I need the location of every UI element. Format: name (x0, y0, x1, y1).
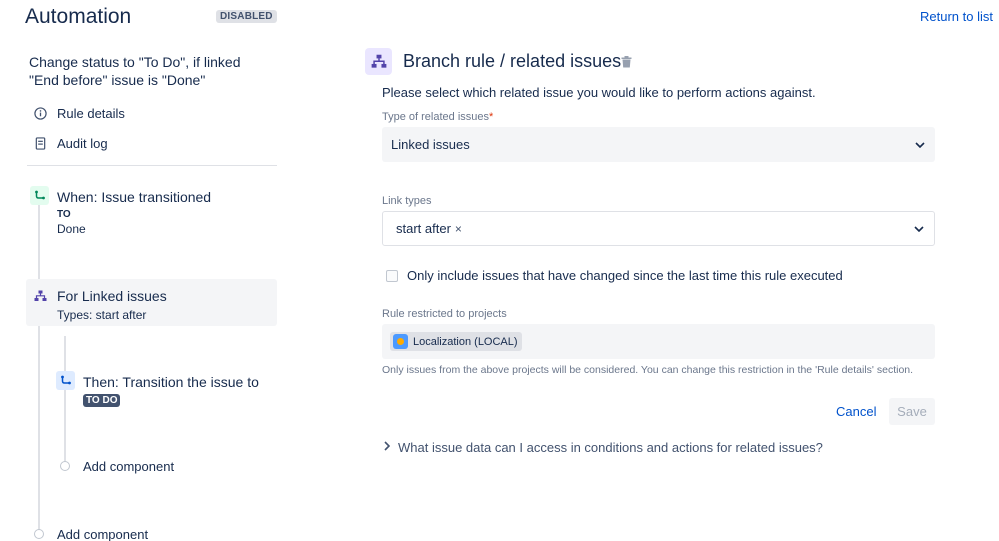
save-button[interactable]: Save (889, 398, 935, 425)
project-avatar-icon (393, 334, 408, 349)
audit-log-link[interactable]: Audit log (32, 135, 108, 151)
trigger-icon (30, 186, 49, 205)
chevron-right-icon (384, 441, 391, 454)
timeline-line-outer (38, 205, 40, 531)
chip-remove-icon[interactable]: × (455, 222, 462, 236)
chevron-down-icon (914, 225, 924, 232)
restricted-projects-label: Rule restricted to projects (382, 308, 507, 320)
add-component-dot-outer (34, 529, 44, 539)
cancel-button[interactable]: Cancel (836, 404, 876, 419)
page-title: Automation (25, 5, 132, 28)
document-icon (32, 135, 48, 151)
panel-title: Branch rule / related issues (403, 51, 622, 71)
link-types-label: Link types (382, 195, 432, 207)
rule-name: Change status to "To Do", if linked "End… (29, 54, 241, 88)
panel-description: Please select which related issue you wo… (382, 85, 816, 100)
rule-details-label: Rule details (57, 105, 125, 121)
link-types-select[interactable]: start after × (382, 211, 935, 246)
hierarchy-icon (31, 286, 50, 305)
related-type-value: Linked issues (391, 137, 470, 152)
trash-icon[interactable] (621, 55, 632, 73)
related-type-select[interactable]: Linked issues (382, 127, 935, 162)
changed-only-checkbox-row: Only include issues that have changed si… (386, 268, 843, 283)
return-to-list-link[interactable]: Return to list (920, 9, 993, 24)
restricted-help-text: Only issues from the above projects will… (382, 364, 914, 376)
issue-data-expander[interactable]: What issue data can I access in conditio… (384, 440, 823, 455)
audit-log-label: Audit log (57, 135, 108, 151)
branch-subtitle: Types: start after (57, 308, 147, 322)
trigger-to-label: TO (57, 209, 71, 220)
info-icon (32, 105, 48, 121)
project-name: Localization (LOCAL) (413, 335, 518, 348)
restricted-projects-field: Localization (LOCAL) (382, 324, 935, 359)
changed-only-label: Only include issues that have changed si… (407, 268, 843, 283)
add-component-inner-button[interactable]: Add component (83, 459, 174, 474)
add-component-outer-button[interactable]: Add component (57, 527, 148, 541)
link-type-chip: start after × (396, 221, 462, 236)
issue-data-expander-label: What issue data can I access in conditio… (398, 440, 823, 455)
todo-status-lozenge: TO DO (83, 394, 121, 407)
branch-rule-icon (365, 48, 392, 75)
chevron-down-icon (915, 141, 925, 148)
changed-only-checkbox[interactable] (386, 269, 398, 282)
action-title[interactable]: Then: Transition the issue to (83, 374, 259, 390)
related-type-label: Type of related issues* (382, 111, 494, 123)
branch-title: For Linked issues (57, 288, 167, 304)
rule-details-link[interactable]: Rule details (32, 105, 125, 121)
sidebar-divider (27, 165, 277, 166)
status-badge: DISABLED (216, 10, 277, 23)
action-icon (56, 371, 75, 390)
project-chip: Localization (LOCAL) (390, 332, 522, 351)
add-component-dot-inner (60, 461, 70, 471)
timeline-line-inner (64, 336, 66, 462)
trigger-title[interactable]: When: Issue transitioned (57, 189, 211, 205)
trigger-value: Done (57, 222, 86, 236)
